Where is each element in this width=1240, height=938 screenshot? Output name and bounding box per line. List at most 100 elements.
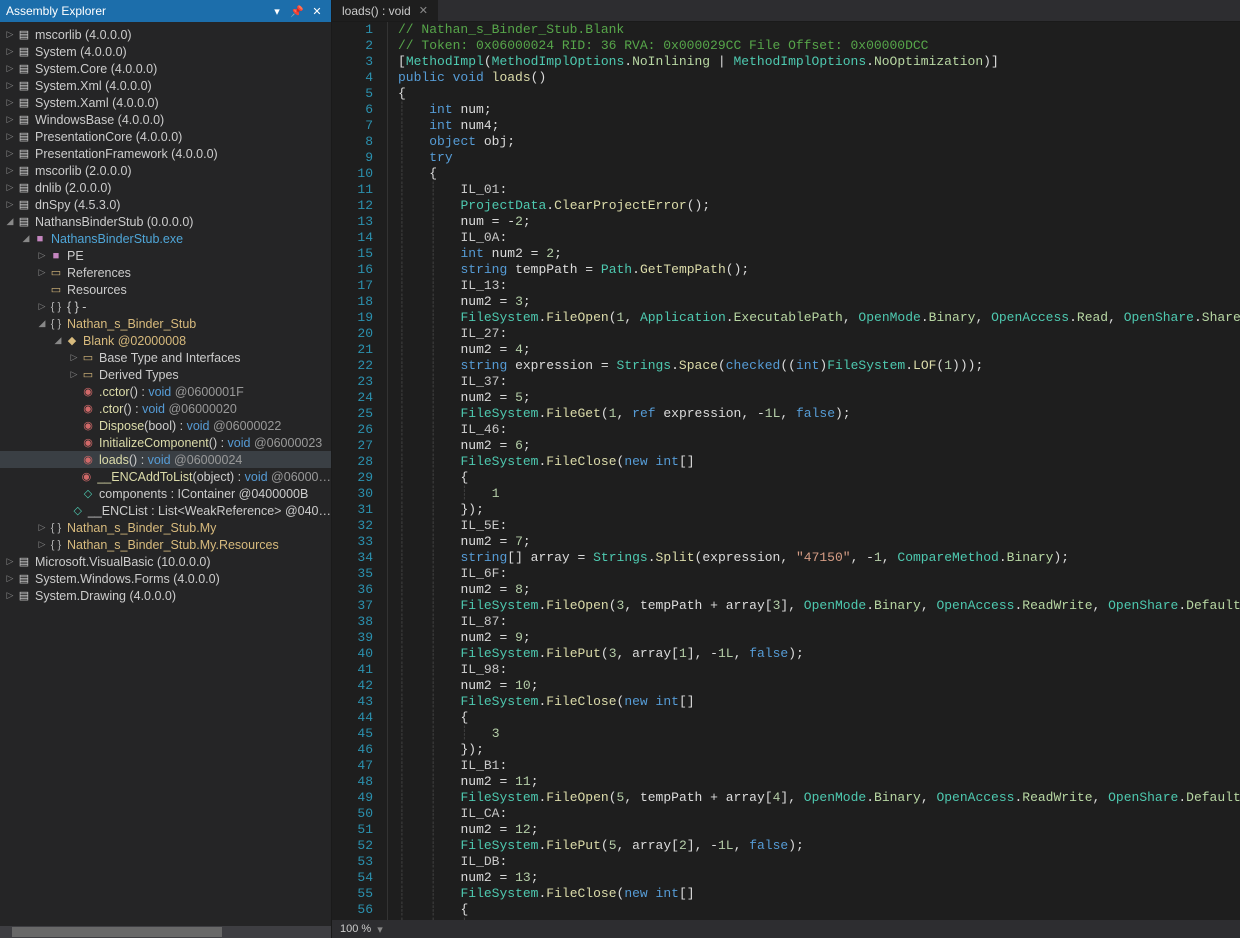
tree-item-label: mscorlib (2.0.0.0) — [35, 164, 132, 178]
expand-arrow-icon[interactable]: ▷ — [36, 250, 48, 261]
folder-icon: ▭ — [80, 351, 96, 365]
tree-item-label: NathansBinderStub (0.0.0.0) — [35, 215, 193, 229]
tree-item[interactable]: ▷▤System.Core (4.0.0.0) — [0, 60, 331, 77]
tree-item[interactable]: ◇components : IContainer @0400000B — [0, 485, 331, 502]
tree-item[interactable]: ▷▤mscorlib (4.0.0.0) — [0, 26, 331, 43]
expand-arrow-icon[interactable]: ▷ — [68, 352, 80, 363]
tree-item-label: .cctor() : void @0600001F — [99, 385, 244, 399]
tab-bar: loads() : void ✕ — [332, 0, 1240, 22]
tree-item-label: Base Type and Interfaces — [99, 351, 241, 365]
tree-item[interactable]: ▷▤System.Xml (4.0.0.0) — [0, 77, 331, 94]
tree-item[interactable]: ▷{ }{ } - — [0, 298, 331, 315]
expand-arrow-icon[interactable]: ▷ — [4, 182, 16, 193]
tree-item[interactable]: ▷▤System.Xaml (4.0.0.0) — [0, 94, 331, 111]
expand-arrow-icon[interactable]: ▷ — [4, 148, 16, 159]
tree-item[interactable]: ◢■NathansBinderStub.exe — [0, 230, 331, 247]
expand-arrow-icon[interactable]: ▷ — [36, 539, 48, 550]
expand-arrow-icon[interactable]: ▷ — [4, 165, 16, 176]
tab-loads[interactable]: loads() : void ✕ — [332, 0, 439, 21]
tree-item[interactable]: ▷▭Derived Types — [0, 366, 331, 383]
expand-arrow-icon[interactable]: ◢ — [36, 318, 48, 329]
method-icon: ◉ — [80, 402, 96, 416]
assembly-tree[interactable]: ▷▤mscorlib (4.0.0.0)▷▤System (4.0.0.0)▷▤… — [0, 22, 331, 926]
code-area[interactable]: 1234567891011121314151617181920212223242… — [332, 22, 1240, 920]
tree-item[interactable]: ▷▭References — [0, 264, 331, 281]
tree-item[interactable]: ▭Resources — [0, 281, 331, 298]
tree-item-label: System.Windows.Forms (4.0.0.0) — [35, 572, 220, 586]
assembly-icon: ▤ — [16, 28, 32, 42]
tree-item[interactable]: ◉InitializeComponent() : void @06000023 — [0, 434, 331, 451]
tree-item-label: __ENCList : List<WeakReference> @040… — [88, 504, 331, 518]
tree-item[interactable]: ▷▤WindowsBase (4.0.0.0) — [0, 111, 331, 128]
scrollbar-horizontal[interactable] — [0, 926, 331, 938]
tree-item[interactable]: ◉__ENCAddToList(object) : void @06000… — [0, 468, 331, 485]
scrollbar-thumb[interactable] — [12, 927, 222, 937]
tree-item-label: dnlib (2.0.0.0) — [35, 181, 111, 195]
assembly-icon: ▤ — [16, 147, 32, 161]
dropdown-icon[interactable]: ▾ — [269, 3, 285, 19]
zoom-level[interactable]: 100 % — [340, 923, 371, 935]
tree-item[interactable]: ▷▤PresentationCore (4.0.0.0) — [0, 128, 331, 145]
tree-item-label: components : IContainer @0400000B — [99, 487, 308, 501]
expand-arrow-icon[interactable]: ▷ — [4, 556, 16, 567]
tree-item[interactable]: ◉.ctor() : void @06000020 — [0, 400, 331, 417]
expand-arrow-icon[interactable]: ◢ — [20, 233, 32, 244]
tree-item[interactable]: ◉Dispose(bool) : void @06000022 — [0, 417, 331, 434]
code-content[interactable]: // Nathan_s_Binder_Stub.Blank// Token: 0… — [388, 22, 1240, 920]
line-number-gutter: 1234567891011121314151617181920212223242… — [332, 22, 388, 920]
tree-item[interactable]: ▷■PE — [0, 247, 331, 264]
tree-item-label: Nathan_s_Binder_Stub.My.Resources — [67, 538, 279, 552]
tree-item[interactable]: ▷▤PresentationFramework (4.0.0.0) — [0, 145, 331, 162]
expand-arrow-icon[interactable]: ▷ — [68, 369, 80, 380]
class-icon: ◆ — [64, 334, 80, 348]
tree-item[interactable]: ◢▤NathansBinderStub (0.0.0.0) — [0, 213, 331, 230]
expand-arrow-icon[interactable]: ▷ — [4, 80, 16, 91]
tree-item-label: Nathan_s_Binder_Stub.My — [67, 521, 216, 535]
tree-item[interactable]: ▷{ }Nathan_s_Binder_Stub.My.Resources — [0, 536, 331, 553]
folder-icon: ▭ — [80, 368, 96, 382]
expand-arrow-icon[interactable]: ▷ — [4, 114, 16, 125]
close-icon[interactable]: ✕ — [419, 4, 428, 17]
tree-item[interactable]: ▷▤System.Windows.Forms (4.0.0.0) — [0, 570, 331, 587]
assembly-icon: ▤ — [16, 79, 32, 93]
tree-item-label: PresentationCore (4.0.0.0) — [35, 130, 182, 144]
tree-item[interactable]: ▷▤dnlib (2.0.0.0) — [0, 179, 331, 196]
expand-arrow-icon[interactable]: ▷ — [4, 199, 16, 210]
tree-item[interactable]: ▷▭Base Type and Interfaces — [0, 349, 331, 366]
tree-item[interactable]: ◇__ENCList : List<WeakReference> @040… — [0, 502, 331, 519]
tree-item-label: References — [67, 266, 131, 280]
expand-arrow-icon[interactable]: ▷ — [4, 63, 16, 74]
tree-item[interactable]: ◢{ }Nathan_s_Binder_Stub — [0, 315, 331, 332]
expand-arrow-icon[interactable]: ◢ — [52, 335, 64, 346]
tree-item[interactable]: ▷▤System.Drawing (4.0.0.0) — [0, 587, 331, 604]
tree-item[interactable]: ◉loads() : void @06000024 — [0, 451, 331, 468]
expand-arrow-icon[interactable]: ▷ — [4, 590, 16, 601]
tree-item[interactable]: ◉.cctor() : void @0600001F — [0, 383, 331, 400]
method-icon: ◉ — [80, 436, 96, 450]
expand-arrow-icon[interactable]: ▷ — [4, 29, 16, 40]
expand-arrow-icon[interactable]: ▷ — [36, 267, 48, 278]
tree-item[interactable]: ▷▤Microsoft.VisualBasic (10.0.0.0) — [0, 553, 331, 570]
tree-item-label: System.Xaml (4.0.0.0) — [35, 96, 159, 110]
expand-arrow-icon[interactable]: ▷ — [4, 46, 16, 57]
tree-item[interactable]: ▷▤dnSpy (4.5.3.0) — [0, 196, 331, 213]
tree-item[interactable]: ▷▤System (4.0.0.0) — [0, 43, 331, 60]
close-icon[interactable]: ✕ — [309, 3, 325, 19]
expand-arrow-icon[interactable]: ▷ — [4, 97, 16, 108]
tree-item[interactable]: ▷▤mscorlib (2.0.0.0) — [0, 162, 331, 179]
folder-icon: ▭ — [48, 283, 64, 297]
expand-arrow-icon[interactable]: ▷ — [4, 131, 16, 142]
assembly-icon: ▤ — [16, 96, 32, 110]
expand-arrow-icon[interactable]: ◢ — [4, 216, 16, 227]
tree-item[interactable]: ◢◆Blank @02000008 — [0, 332, 331, 349]
dropdown-icon[interactable]: ▾ — [377, 923, 383, 936]
tree-item[interactable]: ▷{ }Nathan_s_Binder_Stub.My — [0, 519, 331, 536]
expand-arrow-icon[interactable]: ▷ — [36, 301, 48, 312]
module-icon: ■ — [48, 249, 64, 263]
assembly-icon: ▤ — [16, 62, 32, 76]
tree-item-label: { } - — [67, 300, 86, 314]
tree-item-label: Dispose(bool) : void @06000022 — [99, 419, 281, 433]
expand-arrow-icon[interactable]: ▷ — [36, 522, 48, 533]
expand-arrow-icon[interactable]: ▷ — [4, 573, 16, 584]
pin-icon[interactable]: 📌 — [289, 3, 305, 19]
